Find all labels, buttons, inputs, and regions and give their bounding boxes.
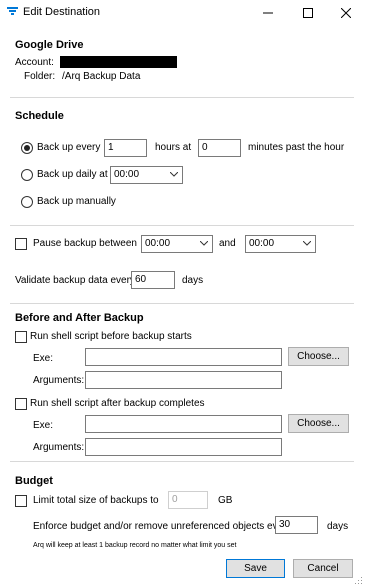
- chevron-down-icon: [200, 241, 208, 246]
- pause-label: Pause backup between: [33, 238, 137, 249]
- schedule-heading: Schedule: [15, 110, 64, 122]
- pause-from-select[interactable]: 00:00: [141, 235, 213, 253]
- minimize-button[interactable]: [250, 0, 286, 26]
- limit-size-input[interactable]: 0: [168, 491, 208, 509]
- limit-size-unit: GB: [218, 495, 233, 506]
- close-icon: [341, 8, 351, 18]
- divider: [10, 303, 354, 304]
- backup-every-label: Back up every: [37, 142, 101, 153]
- chevron-down-icon: [170, 172, 178, 177]
- divider: [10, 97, 354, 98]
- before-after-heading: Before and After Backup: [15, 312, 144, 324]
- backup-daily-radio[interactable]: [21, 169, 33, 181]
- maximize-icon: [303, 8, 313, 18]
- cancel-button[interactable]: Cancel: [293, 559, 353, 578]
- after-exe-label: Exe:: [33, 420, 54, 431]
- backup-every-radio[interactable]: [21, 142, 33, 154]
- backup-manually-radio[interactable]: [21, 196, 33, 208]
- divider: [10, 225, 354, 226]
- google-drive-heading: Google Drive: [15, 39, 84, 51]
- backup-daily-label: Back up daily at: [37, 169, 108, 180]
- validate-days-suffix: days: [182, 275, 204, 286]
- before-exe-input[interactable]: [85, 348, 282, 366]
- validate-days-input[interactable]: 60: [131, 271, 175, 289]
- after-choose-button[interactable]: Choose...: [288, 414, 349, 433]
- limit-size-checkbox[interactable]: [15, 495, 27, 507]
- save-button[interactable]: Save: [226, 559, 285, 578]
- budget-heading: Budget: [15, 475, 53, 487]
- divider: [10, 461, 354, 462]
- hours-input[interactable]: 1: [104, 139, 147, 157]
- validate-label: Validate backup data every: [15, 275, 135, 286]
- run-after-checkbox[interactable]: [15, 398, 27, 410]
- before-arguments-label: Arguments:: [33, 375, 85, 386]
- enforce-label: Enforce budget and/or remove unreference…: [33, 521, 292, 532]
- app-icon: [7, 7, 18, 15]
- limit-size-label: Limit total size of backups to: [33, 495, 159, 506]
- minutes-input[interactable]: 0: [198, 139, 241, 157]
- account-redacted: [60, 56, 177, 68]
- pause-and-label: and: [219, 238, 236, 249]
- pause-from-value: 00:00: [145, 238, 171, 249]
- maximize-button[interactable]: [290, 0, 326, 26]
- backup-manually-label: Back up manually: [37, 196, 116, 207]
- budget-note: Arq will keep at least 1 backup record n…: [33, 542, 237, 549]
- resize-grip-icon[interactable]: [355, 577, 363, 585]
- before-arguments-input[interactable]: [85, 371, 282, 389]
- folder-label: Folder:: [24, 71, 56, 82]
- after-arguments-label: Arguments:: [33, 442, 85, 453]
- after-arguments-input[interactable]: [85, 438, 282, 456]
- daily-time-value: 00:00: [114, 169, 140, 180]
- run-after-label: Run shell script after backup completes: [30, 398, 205, 409]
- enforce-days-input[interactable]: 30: [275, 516, 318, 534]
- account-label: Account:: [15, 57, 54, 68]
- title-bar: Edit Destination: [0, 0, 365, 26]
- pause-checkbox[interactable]: [15, 238, 27, 250]
- hours-at-label: hours at: [155, 142, 192, 153]
- minimize-icon: [263, 12, 273, 14]
- window-title: Edit Destination: [23, 6, 101, 18]
- run-before-checkbox[interactable]: [15, 331, 27, 343]
- minutes-suffix: minutes past the hour: [248, 142, 345, 153]
- daily-time-select[interactable]: 00:00: [110, 166, 183, 184]
- enforce-days-unit: days: [327, 521, 349, 532]
- run-before-label: Run shell script before backup starts: [30, 331, 192, 342]
- pause-to-select[interactable]: 00:00: [245, 235, 316, 253]
- before-choose-button[interactable]: Choose...: [288, 347, 349, 366]
- close-button[interactable]: [328, 0, 364, 26]
- folder-value: /Arq Backup Data: [62, 71, 141, 82]
- before-exe-label: Exe:: [33, 353, 54, 364]
- pause-to-value: 00:00: [249, 238, 275, 249]
- chevron-down-icon: [303, 241, 311, 246]
- after-exe-input[interactable]: [85, 415, 282, 433]
